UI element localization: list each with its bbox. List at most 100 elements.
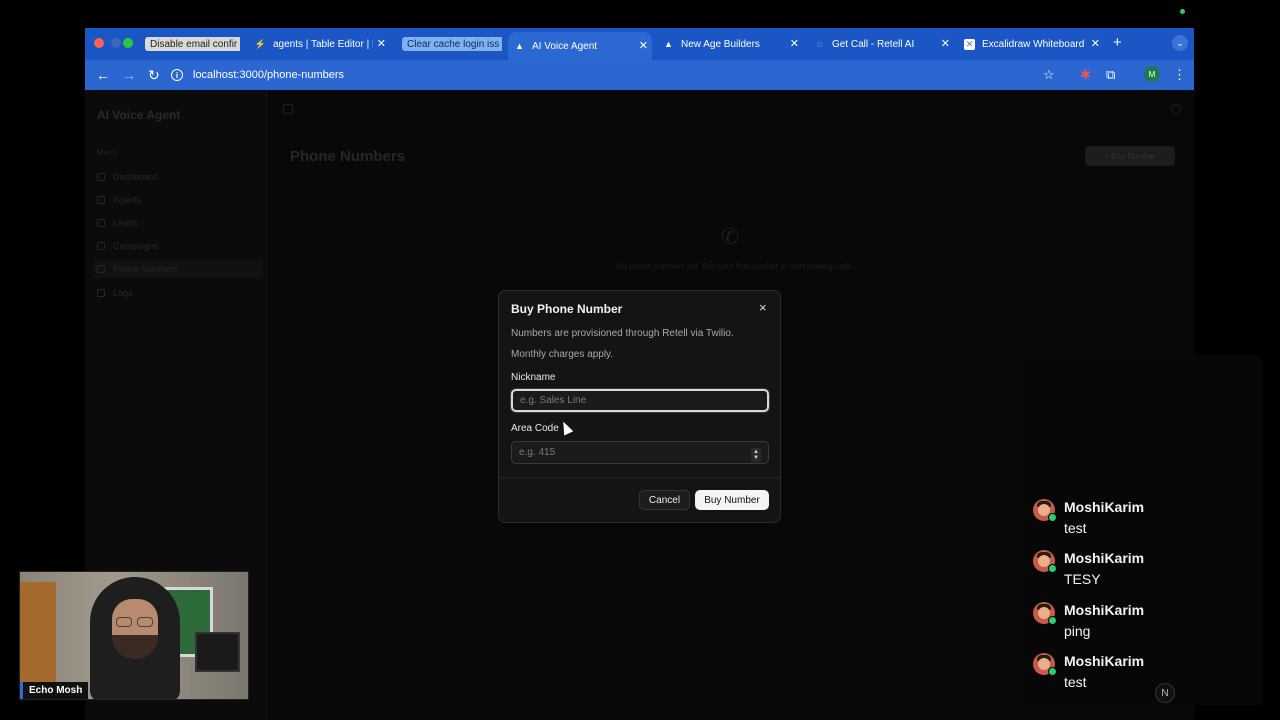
supabase-icon: ⚡ <box>255 38 267 49</box>
tab-label: Disable email confir <box>145 37 240 51</box>
dialog-title: Buy Phone Number <box>511 302 623 316</box>
sidebar-item-label: Logs <box>113 288 133 298</box>
tab-label: Excalidraw Whiteboard <box>982 38 1085 50</box>
site-info-icon[interactable]: i <box>171 69 183 81</box>
chat-username: MoshiKarim <box>1064 602 1145 618</box>
sidebar-item-campaigns[interactable]: Campaigns <box>93 237 263 255</box>
recording-indicator <box>1180 9 1185 14</box>
chat-message: MoshiKarim TESY <box>1033 550 1263 594</box>
dashboard-icon <box>97 173 105 181</box>
close-icon[interactable]: ✕ <box>790 37 799 50</box>
sidebar-item-label: Phone Numbers <box>113 264 179 274</box>
close-icon[interactable]: × <box>759 300 767 315</box>
chat-username: MoshiKarim <box>1064 499 1145 515</box>
tab-label: AI Voice Agent <box>532 40 598 52</box>
tab-table-editor[interactable]: ⚡ agents | Table Editor | R ✕ <box>255 32 390 56</box>
sidebar-item-label: Campaigns <box>113 241 159 251</box>
chat-text: TESY <box>1064 571 1101 587</box>
tab-label: Get Call - Retell AI <box>832 38 915 50</box>
cancel-button[interactable]: Cancel <box>639 490 690 510</box>
app-title: AI Voice Agent <box>97 108 181 122</box>
online-status-icon <box>1048 564 1057 573</box>
star-icon[interactable]: ☆ <box>1043 67 1055 83</box>
theme-toggle-icon[interactable] <box>1171 104 1181 114</box>
reload-icon[interactable]: ↻ <box>148 67 160 84</box>
new-tab-button[interactable]: + <box>1113 34 1122 51</box>
nextjs-badge-icon[interactable]: N <box>1155 683 1175 703</box>
chat-username: MoshiKarim <box>1064 550 1145 566</box>
minimize-window-button[interactable] <box>111 38 121 48</box>
page-title: Phone Numbers <box>290 148 406 165</box>
buy-number-button[interactable]: Buy Number <box>695 490 769 510</box>
excalidraw-icon: ✕ <box>964 38 975 50</box>
more-menu-icon[interactable]: ⋮ <box>1173 67 1186 83</box>
sidebar-toggle-icon[interactable] <box>283 104 293 114</box>
chat-username: MoshiKarim <box>1064 653 1145 669</box>
tab-new-age-builders[interactable]: ▲ New Age Builders ✕ <box>663 32 803 56</box>
sidebar-item-label: Leads <box>113 218 138 228</box>
url-text: localhost:3000/phone-numbers <box>193 69 345 81</box>
tab-label: Clear cache login iss <box>402 37 502 51</box>
dialog-divider <box>499 477 782 478</box>
chat-message: MoshiKarim test <box>1033 653 1263 697</box>
close-window-button[interactable] <box>94 38 104 48</box>
sidebar-item-dashboard[interactable]: Dashboard <box>93 168 263 186</box>
logs-icon <box>97 289 105 297</box>
chat-message: MoshiKarim test <box>1033 499 1263 543</box>
area-code-label: Area Code <box>511 423 559 434</box>
buy-number-header-button[interactable]: + Buy Number <box>1085 146 1175 166</box>
campaigns-icon <box>97 242 105 250</box>
triangle-icon: ▲ <box>664 39 673 49</box>
triangle-icon: ▲ <box>515 41 524 51</box>
nickname-label: Nickname <box>511 372 556 383</box>
agents-icon <box>97 196 105 204</box>
area-code-input[interactable] <box>511 441 769 464</box>
loading-icon: ◌ <box>816 39 823 49</box>
screen: Disable email confir ⚡ agents | Table Ed… <box>0 0 1280 720</box>
sidebar-item-label: Dashboard <box>113 172 158 182</box>
tab-label: New Age Builders <box>681 38 760 50</box>
tab-get-call-retell[interactable]: ◌ Get Call - Retell AI ✕ <box>814 32 954 56</box>
sidebar-item-leads[interactable]: Leads <box>93 214 263 232</box>
close-icon[interactable]: ✕ <box>639 39 648 52</box>
online-status-icon <box>1048 513 1057 522</box>
extensions-icon[interactable]: ⧉ <box>1106 67 1115 83</box>
online-status-icon <box>1048 616 1057 625</box>
profile-avatar[interactable]: M <box>1144 66 1160 82</box>
online-status-icon <box>1048 667 1057 676</box>
tab-label: agents | Table Editor | R <box>273 38 373 50</box>
close-icon[interactable]: ✕ <box>1091 37 1100 50</box>
chat-text: test <box>1064 520 1087 536</box>
url-field[interactable]: i localhost:3000/phone-numbers <box>171 64 1071 86</box>
menu-heading: Menu <box>97 148 118 157</box>
tab-bar: Disable email confir ⚡ agents | Table Ed… <box>85 28 1194 60</box>
nickname-input[interactable] <box>511 389 769 412</box>
phone-icon <box>97 265 105 273</box>
close-icon[interactable]: ✕ <box>377 37 386 50</box>
maximize-window-button[interactable] <box>123 38 133 48</box>
number-stepper-icon[interactable]: ▲ ▼ <box>751 448 761 462</box>
forward-icon[interactable]: → <box>122 67 136 83</box>
chat-text: test <box>1064 674 1087 690</box>
sidebar-item-agents[interactable]: Agents <box>93 191 263 209</box>
extension-bug-icon[interactable]: ✱ <box>1080 67 1091 83</box>
tab-disable-email[interactable]: Disable email confir <box>145 32 240 56</box>
sidebar-item-logs[interactable]: Logs <box>93 284 263 302</box>
webcam-feed: Echo Mosh <box>19 571 249 700</box>
webcam-name-label: Echo Mosh <box>20 682 89 699</box>
buy-phone-number-dialog: Buy Phone Number × Numbers are provision… <box>498 290 782 523</box>
tab-ai-voice-agent[interactable]: ▲ AI Voice Agent ✕ <box>508 32 652 60</box>
chat-text: ping <box>1064 623 1091 639</box>
sidebar-item-label: Agents <box>113 195 142 205</box>
address-bar: ← → ↻ i localhost:3000/phone-numbers ☆ ✱… <box>85 60 1194 90</box>
empty-state-text: No phone numbers yet. Buy your first num… <box>616 262 854 271</box>
leads-icon <box>97 219 105 227</box>
tab-excalidraw[interactable]: ✕ Excalidraw Whiteboard ✕ <box>964 32 1104 56</box>
close-icon[interactable]: ✕ <box>941 37 950 50</box>
sidebar-item-phone-numbers[interactable]: Phone Numbers <box>93 260 263 278</box>
phone-empty-icon: ✆ <box>721 224 740 249</box>
presenter-image <box>90 577 180 699</box>
chevron-down-icon[interactable]: ⌄ <box>1172 35 1188 51</box>
back-icon[interactable]: ← <box>96 67 110 83</box>
tab-clear-cache[interactable]: Clear cache login iss <box>402 32 502 56</box>
